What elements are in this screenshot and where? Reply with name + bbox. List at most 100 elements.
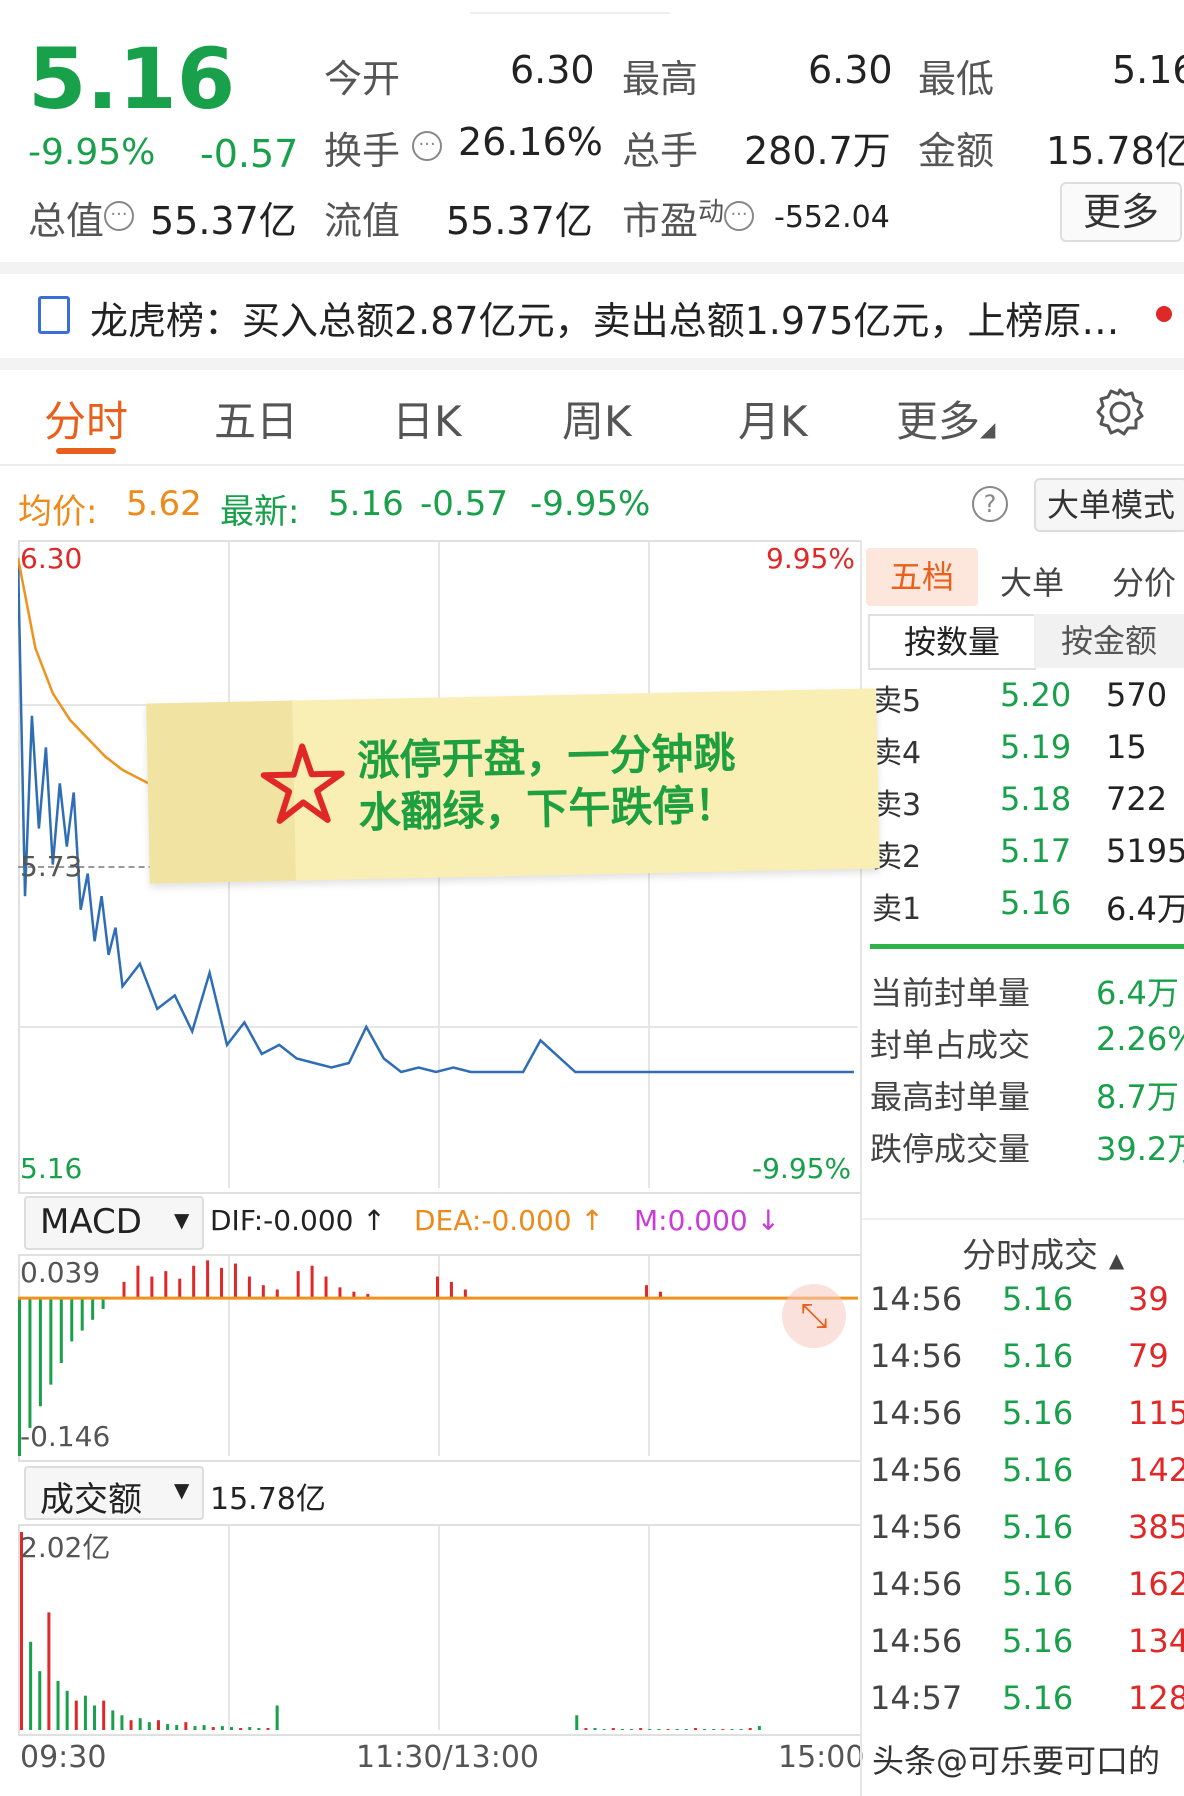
trade-price: 5.16 (1002, 1451, 1074, 1489)
gear-icon[interactable] (1094, 386, 1146, 438)
stat-label: 当前封单量 (870, 974, 1031, 1012)
tab-weekly-k[interactable]: 周K (562, 388, 632, 449)
trade-volume: 385 (1128, 1508, 1184, 1546)
trade-time: 14:56 (870, 1337, 963, 1375)
subtab-by-amount[interactable]: 按金额 (1034, 614, 1184, 668)
trade-volume: 142 (1128, 1451, 1184, 1489)
macd-chart (18, 1260, 858, 1456)
change-percent: -9.95% (28, 132, 156, 173)
book-volume: 570 (1106, 676, 1168, 714)
volume-bar (193, 1726, 197, 1730)
amount-label: 金额 (918, 129, 995, 173)
macd-dea: DEA:-0.000 ↑ (414, 1204, 604, 1237)
volume-bar (657, 1729, 661, 1730)
change-value: -0.57 (200, 132, 299, 176)
stat-value: 39.2万 (1096, 1130, 1184, 1168)
volume-bar (693, 1728, 697, 1730)
tab-more[interactable]: 更多◢ (896, 388, 995, 449)
trade-volume: 39 (1128, 1280, 1169, 1318)
stat-label: 封单占成交 (870, 1026, 1031, 1064)
volume-bar (748, 1728, 752, 1730)
volume-bar (675, 1729, 679, 1730)
tab-big-order[interactable]: 大单 (1000, 558, 1064, 604)
book-label: 卖5 (872, 684, 922, 719)
info-icon[interactable]: ··· (724, 201, 755, 232)
trades-title[interactable]: 分时成交 ▲ (962, 1228, 1124, 1277)
volume-bar (666, 1729, 670, 1730)
trade-time: 14:56 (870, 1622, 963, 1660)
book-price: 5.20 (1000, 676, 1072, 714)
high-label: 最高 (622, 57, 699, 101)
macd-m: M:0.000 ↓ (634, 1204, 781, 1237)
help-icon[interactable]: ? (972, 486, 1008, 522)
volume-bar (648, 1729, 652, 1730)
volume-bar (584, 1728, 588, 1730)
volume-indicator-select[interactable]: 成交额 ▼ (24, 1466, 204, 1520)
book-volume: 722 (1106, 780, 1168, 818)
book-volume: 6.4万 (1106, 890, 1184, 928)
macd-bar (296, 1271, 300, 1299)
volume-bar (730, 1729, 734, 1730)
volume-bar (184, 1722, 188, 1730)
volume-bar (602, 1729, 606, 1730)
big-order-mode-button[interactable]: 大单模式 (1034, 478, 1184, 532)
percent-axis-top: 9.95% (766, 542, 855, 575)
macd-bar (261, 1285, 265, 1299)
volume-bar (202, 1725, 206, 1730)
volume-bar (248, 1727, 252, 1730)
macd-bar (178, 1278, 182, 1299)
chevron-down-icon: ▼ (174, 1208, 190, 1232)
tab-five-level[interactable]: 五档 (866, 548, 978, 606)
volume-bar (275, 1705, 279, 1730)
divider (0, 358, 1184, 370)
macd-bar (91, 1298, 95, 1320)
macd-bar (206, 1260, 210, 1299)
macd-bar (645, 1285, 648, 1299)
volume-bar (156, 1720, 160, 1730)
tab-price-split[interactable]: 分价 (1112, 558, 1176, 604)
volume-bar (721, 1729, 725, 1730)
price-axis-bottom: 5.16 (20, 1152, 83, 1185)
star-icon (260, 743, 345, 824)
macd-bar (49, 1298, 53, 1385)
trade-price: 5.16 (1002, 1394, 1074, 1432)
price-axis-top: 6.30 (20, 542, 83, 575)
tab-monthly-k[interactable]: 月K (738, 388, 808, 449)
info-icon[interactable]: ··· (412, 131, 443, 162)
trade-time: 14:56 (870, 1565, 963, 1603)
volume-bar (102, 1700, 106, 1730)
volume-bar (620, 1729, 624, 1730)
info-icon[interactable]: ··· (104, 201, 135, 232)
tab-five-day[interactable]: 五日 (214, 388, 298, 449)
trade-price: 5.16 (1002, 1280, 1074, 1318)
low-value: 5.16 (1112, 48, 1184, 92)
news-bar[interactable]: 龙虎榜：买入总额2.87亿元，卖出总额1.975亿元，上榜原… (0, 274, 1184, 358)
volume-bar (166, 1724, 170, 1730)
current-price: 5.16 (28, 30, 236, 128)
volume-bar (74, 1700, 78, 1730)
volume-bar (229, 1727, 233, 1730)
book-price: 5.19 (1000, 728, 1072, 766)
expand-icon[interactable]: ⤡ (782, 1284, 846, 1348)
document-icon (38, 296, 70, 334)
more-button[interactable]: 更多 (1060, 182, 1182, 242)
macd-bar (80, 1298, 84, 1331)
tab-intraday[interactable]: 分时 (44, 388, 128, 449)
subtab-by-volume[interactable]: 按数量 (868, 614, 1036, 670)
pe-value: -552.04 (774, 200, 890, 235)
volume-bar (47, 1612, 51, 1730)
volume-bar (630, 1729, 634, 1730)
trade-time: 14:56 (870, 1508, 963, 1546)
float-cap-label: 流值 (324, 199, 401, 243)
trade-price: 5.16 (1002, 1337, 1074, 1375)
macd-bar (122, 1281, 126, 1299)
book-price: 5.16 (1000, 884, 1072, 922)
indicator-select[interactable]: MACD ▼ (24, 1196, 204, 1250)
volume-bar (138, 1718, 142, 1730)
note-text: 涨停开盘，一分钟跳 水翻绿，下午跌停！ (356, 728, 737, 838)
avg-price-value: 5.62 (126, 484, 202, 524)
tab-active-indicator (56, 448, 116, 454)
volume-bar (575, 1715, 579, 1730)
trade-time: 14:56 (870, 1451, 963, 1489)
tab-daily-k[interactable]: 日K (392, 388, 462, 449)
